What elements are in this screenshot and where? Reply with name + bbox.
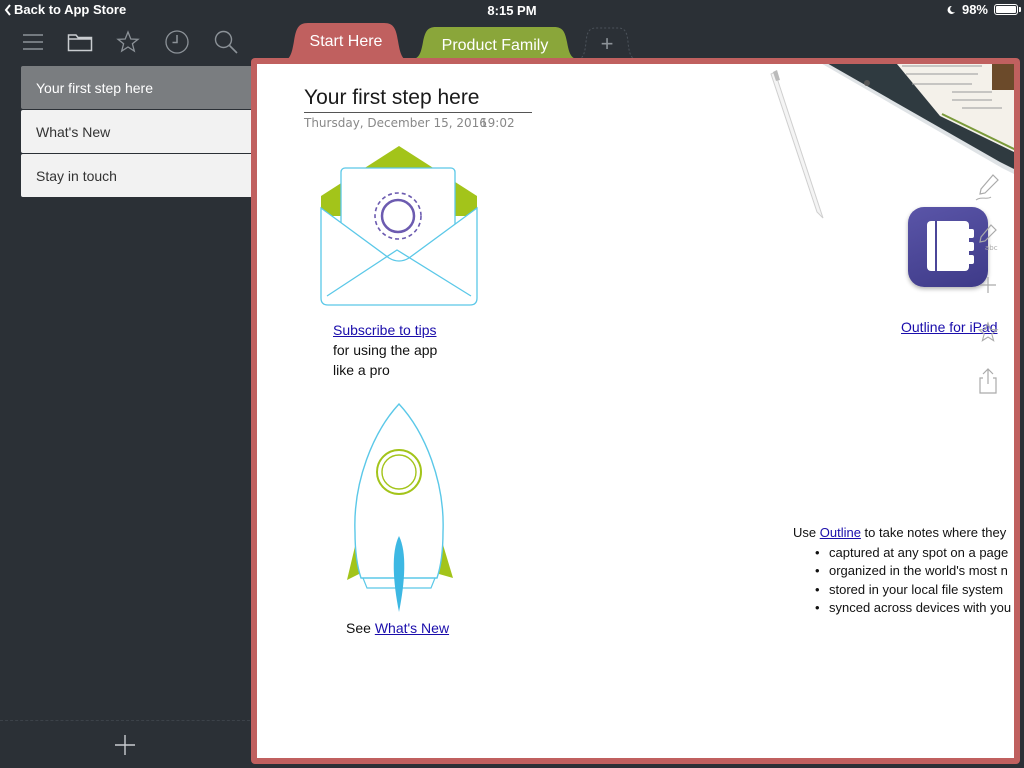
sidebar-item-stay-in-touch[interactable]: Stay in touch — [21, 154, 251, 197]
add-page-button[interactable] — [113, 733, 137, 757]
menu-icon — [23, 34, 43, 50]
list-item: stored in your local file system — [793, 581, 1011, 600]
star-icon — [116, 30, 140, 53]
folder-button[interactable] — [65, 28, 95, 56]
list-item: synced across devices with you — [793, 599, 1011, 618]
sidebar-item-label: What's New — [36, 123, 111, 140]
favorites-button[interactable] — [113, 28, 143, 56]
use-prefix: Use — [793, 525, 820, 540]
page-time: 19:02 — [480, 116, 515, 130]
handwriting-tool-button[interactable]: abc — [973, 222, 1003, 252]
tab-add-notebook[interactable]: + — [578, 27, 636, 59]
use-suffix: to take notes where they — [860, 525, 1007, 540]
recent-button[interactable] — [162, 28, 192, 56]
subscribe-block: Subscribe to tips for using the app like… — [333, 320, 437, 380]
see-prefix: See — [346, 620, 375, 636]
subscribe-line-3: like a pro — [333, 362, 390, 378]
sidebar-item-first-step[interactable]: Your first step here — [21, 66, 251, 109]
plus-icon — [115, 735, 135, 755]
clock-icon — [165, 30, 189, 54]
page-title[interactable]: Your first step here — [304, 86, 532, 113]
subscribe-link[interactable]: Subscribe to tips — [333, 322, 437, 338]
status-time: 8:15 PM — [487, 3, 537, 18]
battery-icon — [994, 4, 1021, 15]
list-item: captured at any spot on a page — [793, 544, 1011, 563]
plus-icon — [980, 277, 996, 293]
feature-list: captured at any spot on a page organized… — [793, 544, 1011, 618]
pen-icon — [975, 174, 999, 201]
sidebar-bottom-bar — [0, 720, 250, 768]
apple-pencil-image — [770, 70, 824, 219]
share-tool-button[interactable] — [973, 366, 1003, 396]
folder-icon — [67, 34, 93, 52]
svg-text:abc: abc — [985, 244, 998, 252]
status-bar: Back to App Store 8:15 PM 98% — [0, 0, 1024, 20]
outline-link[interactable]: Outline — [820, 525, 861, 540]
tab-start-here[interactable]: Start Here — [282, 23, 410, 61]
envelope-illustration — [320, 146, 478, 306]
battery-percent: 98% — [961, 2, 988, 17]
menu-button[interactable] — [18, 28, 48, 56]
handwriting-icon: abc — [979, 224, 998, 252]
rocket-illustration — [347, 402, 453, 612]
subscribe-line-2: for using the app — [333, 342, 438, 358]
search-button[interactable] — [211, 28, 241, 56]
sidebar-item-label: Your first step here — [36, 79, 153, 96]
star-icon — [977, 321, 999, 342]
sidebar-item-whats-new[interactable]: What's New — [21, 110, 251, 153]
notebook-glyph — [927, 221, 969, 271]
tab-label: Product Family — [441, 37, 549, 54]
share-icon — [979, 368, 997, 394]
tab-product-family[interactable]: Product Family — [412, 27, 578, 59]
ipad-product-image — [822, 64, 1014, 174]
note-page[interactable]: Your first step here Thursday, December … — [257, 64, 1014, 758]
tab-label: Start Here — [309, 33, 383, 50]
list-item: organized in the world's most n — [793, 562, 1011, 581]
notebook-tab — [968, 255, 974, 264]
tab-add-label: + — [600, 31, 614, 56]
sidebar-toolbar — [0, 24, 260, 60]
add-tool-button[interactable] — [973, 270, 1003, 300]
favorite-tool-button[interactable] — [973, 318, 1003, 348]
moon-icon — [947, 5, 955, 14]
status-right: 98% — [946, 2, 1021, 17]
sidebar-page-list: Your first step here What's New Stay in … — [21, 66, 251, 198]
search-icon — [214, 30, 238, 54]
page-date: Thursday, December 15, 2016 — [304, 116, 487, 130]
pen-tool-button[interactable] — [973, 172, 1003, 202]
see-whats-new: See What's New — [346, 620, 449, 636]
outline-usage-text: Use Outline to take notes where they cap… — [793, 524, 1011, 618]
sidebar-item-label: Stay in touch — [36, 167, 117, 184]
battery-fill — [996, 6, 1016, 13]
whats-new-link[interactable]: What's New — [375, 620, 449, 636]
